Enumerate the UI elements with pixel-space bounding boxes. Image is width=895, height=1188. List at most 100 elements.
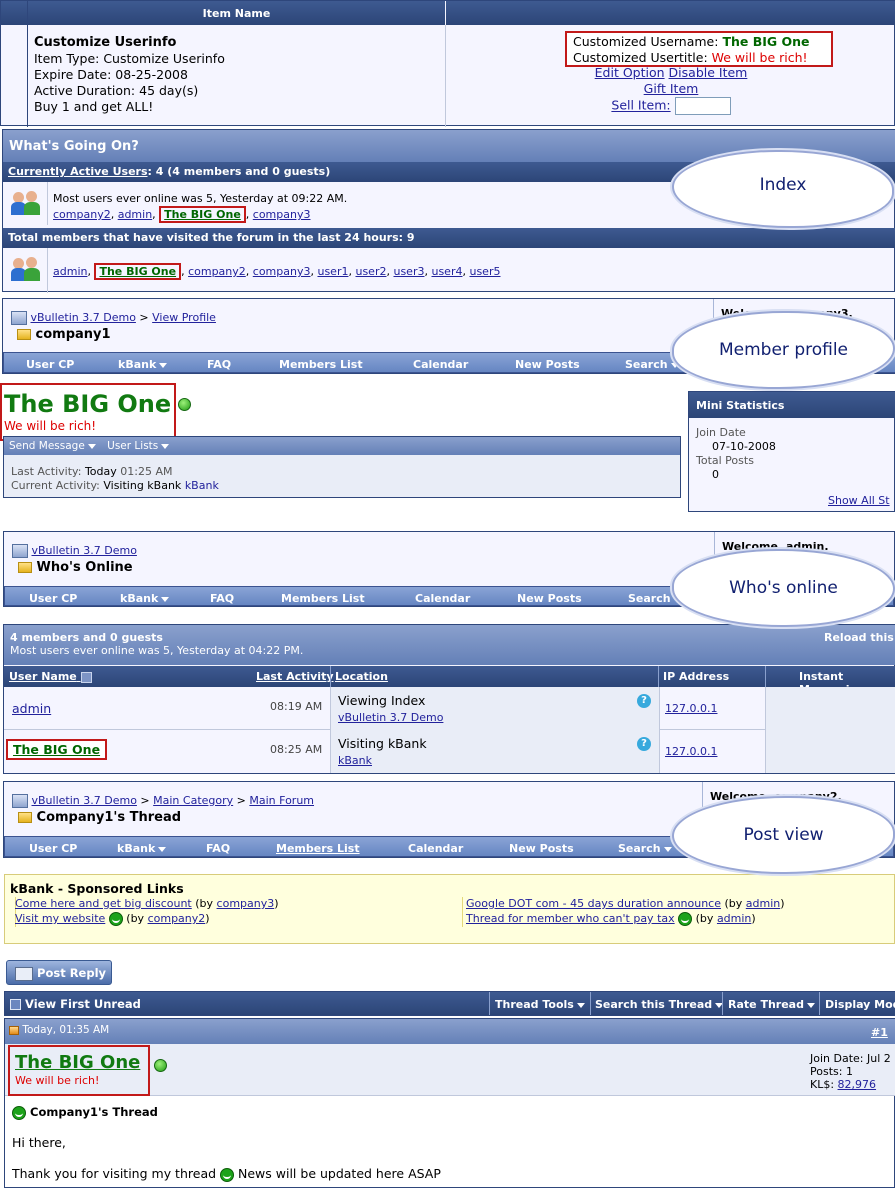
page-title: Company1's Thread bbox=[36, 810, 182, 825]
nav-kbank[interactable]: kBank bbox=[118, 358, 168, 371]
visited-user-admin[interactable]: admin bbox=[53, 265, 87, 278]
nav-faq[interactable]: FAQ bbox=[210, 592, 234, 605]
nav-user-cp[interactable]: User CP bbox=[29, 842, 77, 855]
nav-user-cp[interactable]: User CP bbox=[26, 358, 74, 371]
profile-activity-box: Send Message User Lists Last Activity: T… bbox=[3, 436, 681, 498]
visited-user-user2[interactable]: user2 bbox=[355, 265, 386, 278]
disable-item-link[interactable]: Disable Item bbox=[669, 65, 748, 80]
visited-user-user1[interactable]: user1 bbox=[317, 265, 348, 278]
row-location-link[interactable]: vBulletin 3.7 Demo bbox=[338, 711, 443, 724]
sponsored-link[interactable]: Google DOT com - 45 days duration announ… bbox=[466, 897, 721, 910]
nav-search[interactable]: Search bbox=[618, 842, 672, 855]
rate-thread-menu[interactable]: Rate Thread bbox=[728, 998, 815, 1011]
nav-kbank[interactable]: kBank bbox=[120, 592, 170, 605]
crumb-vbulletin[interactable]: vBulletin 3.7 Demo bbox=[31, 311, 136, 324]
poster-username[interactable]: The BIG One bbox=[15, 1052, 140, 1073]
help-icon[interactable]: ? bbox=[637, 737, 651, 751]
row-ip-link[interactable]: 127.0.0.1 bbox=[665, 702, 717, 715]
nav-calendar[interactable]: Calendar bbox=[413, 358, 468, 371]
customized-info-box: Customized Username: The BIG One Customi… bbox=[565, 31, 833, 67]
help-icon[interactable]: ? bbox=[637, 694, 651, 708]
active-user-company2[interactable]: company2 bbox=[53, 208, 111, 221]
profile-name-box: The BIG One We will be rich! bbox=[0, 383, 176, 441]
visited-user-user4[interactable]: user4 bbox=[431, 265, 462, 278]
nav-user-cp[interactable]: User CP bbox=[29, 592, 77, 605]
most-users-text: Most users ever online was 5, Yesterday … bbox=[53, 192, 348, 205]
post-reply-button[interactable]: Post Reply bbox=[6, 960, 112, 985]
folder-icon bbox=[18, 562, 32, 573]
nav-members-list[interactable]: Members List bbox=[279, 358, 363, 371]
visited-user-company2[interactable]: company2 bbox=[188, 265, 246, 278]
visited-user-user5[interactable]: user5 bbox=[469, 265, 500, 278]
post-number-link[interactable]: #1 bbox=[871, 1026, 888, 1039]
sell-price-input[interactable] bbox=[674, 97, 731, 115]
nav-new-posts[interactable]: New Posts bbox=[517, 592, 582, 605]
gift-item-link[interactable]: Gift Item bbox=[644, 81, 699, 96]
user-lists-menu[interactable]: User Lists bbox=[107, 440, 170, 452]
forum-home-icon[interactable] bbox=[12, 544, 28, 558]
whos-online-callout: Who's online bbox=[672, 549, 895, 627]
active-user-the-big-one[interactable]: The BIG One bbox=[164, 208, 241, 221]
poster-kl-link[interactable]: 82,976 bbox=[838, 1078, 877, 1091]
nav-calendar[interactable]: Calendar bbox=[415, 592, 470, 605]
poster-posts: Posts: 1 bbox=[810, 1065, 853, 1078]
forum-home-icon[interactable] bbox=[11, 311, 27, 325]
sponsored-link[interactable]: Visit my website bbox=[15, 912, 105, 925]
nav-faq[interactable]: FAQ bbox=[206, 842, 230, 855]
crumb-vbulletin[interactable]: vBulletin 3.7 Demo bbox=[32, 544, 137, 557]
sponsored-link[interactable]: Thread for member who can't pay tax bbox=[466, 912, 675, 925]
mini-statistics-box: Mini Statistics Join Date 07-10-2008 Tot… bbox=[688, 391, 895, 512]
sell-item-link[interactable]: Sell Item: bbox=[611, 98, 670, 113]
crumb-view-profile[interactable]: View Profile bbox=[152, 311, 216, 324]
online-status-icon bbox=[154, 1059, 167, 1072]
nav-search[interactable]: Search bbox=[625, 358, 679, 371]
item-duration: Active Duration: 45 day(s) bbox=[34, 83, 199, 98]
profile-usertitle: We will be rich! bbox=[4, 419, 97, 433]
crumb-vbulletin[interactable]: vBulletin 3.7 Demo bbox=[32, 794, 137, 807]
nav-kbank[interactable]: kBank bbox=[117, 842, 167, 855]
row-ip-link[interactable]: 127.0.0.1 bbox=[665, 745, 717, 758]
page-title: company1 bbox=[35, 327, 111, 342]
post-status-icon bbox=[9, 1025, 19, 1035]
smiley-icon bbox=[678, 912, 693, 926]
table-row: admin 08:19 AM Viewing Index vBulletin 3… bbox=[4, 687, 895, 730]
crumb-main-forum[interactable]: Main Forum bbox=[249, 794, 314, 807]
visited-user-user3[interactable]: user3 bbox=[393, 265, 424, 278]
nav-members-list[interactable]: Members List bbox=[276, 842, 360, 855]
folder-icon bbox=[18, 812, 32, 823]
reload-link[interactable]: Reload this bbox=[824, 631, 894, 644]
currently-active-users-link[interactable]: Currently Active Users bbox=[8, 165, 148, 178]
customized-username: The BIG One bbox=[722, 34, 810, 49]
nav-members-list[interactable]: Members List bbox=[281, 592, 365, 605]
row-user-the-big-one[interactable]: The BIG One bbox=[13, 742, 100, 757]
visited-user-company3[interactable]: company3 bbox=[253, 265, 311, 278]
active-user-company3[interactable]: company3 bbox=[253, 208, 311, 221]
online-status-icon bbox=[178, 398, 191, 411]
page-title: Who's Online bbox=[36, 560, 133, 575]
sponsored-link[interactable]: Come here and get big discount bbox=[15, 897, 192, 910]
col-last-activity[interactable]: Last Activity bbox=[256, 670, 334, 683]
row-user-admin[interactable]: admin bbox=[12, 701, 51, 716]
row-location-link[interactable]: kBank bbox=[338, 754, 372, 767]
activity-kbank-link[interactable]: kBank bbox=[185, 479, 219, 492]
nav-calendar[interactable]: Calendar bbox=[408, 842, 463, 855]
view-first-unread-link[interactable]: View First Unread bbox=[10, 997, 141, 1011]
nav-new-posts[interactable]: New Posts bbox=[509, 842, 574, 855]
search-thread-menu[interactable]: Search this Thread bbox=[595, 998, 724, 1011]
edit-option-link[interactable]: Edit Option bbox=[595, 65, 665, 80]
whos-summary: 4 members and 0 guests bbox=[10, 631, 163, 644]
show-all-stats-link[interactable]: Show All St bbox=[828, 494, 890, 507]
col-location[interactable]: Location bbox=[335, 670, 388, 683]
visited-user-the-big-one[interactable]: The BIG One bbox=[99, 265, 176, 278]
smiley-icon bbox=[220, 1167, 235, 1182]
send-message-menu[interactable]: Send Message bbox=[9, 440, 96, 452]
nav-new-posts[interactable]: New Posts bbox=[515, 358, 580, 371]
thread-tools-menu[interactable]: Thread Tools bbox=[495, 998, 585, 1011]
col-user-name[interactable]: User Name bbox=[9, 670, 92, 683]
nav-faq[interactable]: FAQ bbox=[207, 358, 231, 371]
active-user-admin[interactable]: admin bbox=[118, 208, 152, 221]
sort-arrow-icon[interactable] bbox=[80, 671, 92, 683]
crumb-main-category[interactable]: Main Category bbox=[153, 794, 233, 807]
forum-home-icon[interactable] bbox=[12, 794, 28, 808]
display-modes-menu[interactable]: Display Mode bbox=[825, 998, 895, 1011]
